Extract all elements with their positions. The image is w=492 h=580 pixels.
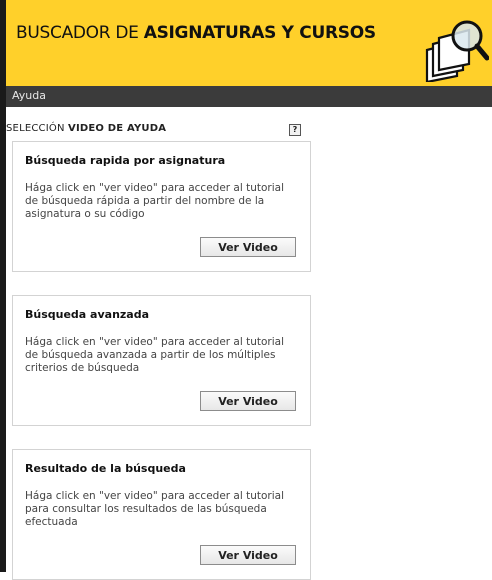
card-description: Hága click en "ver video" para acceder a… [25,490,285,528]
view-video-button[interactable]: Ver Video [200,545,296,565]
card-title: Búsqueda rapida por asignatura [25,154,226,167]
card-title: Resultado de la búsqueda [25,462,186,475]
video-card-search-results: Resultado de la búsqueda Hága click en "… [12,449,311,580]
card-description: Hága click en "ver video" para acceder a… [25,182,285,220]
view-video-button[interactable]: Ver Video [200,237,296,257]
card-description: Hága click en "ver video" para acceder a… [25,336,285,374]
header-banner: BUSCADOR DE ASIGNATURAS Y CURSOS [6,0,492,87]
section-heading: SELECCIÓN VIDEO DE AYUDA [6,123,167,134]
video-card-advanced-search: Búsqueda avanzada Hága click en "ver vid… [12,295,311,426]
help-icon[interactable]: ? [289,124,301,136]
view-video-button[interactable]: Ver Video [200,391,296,411]
search-documents-icon [425,20,489,82]
card-title: Búsqueda avanzada [25,308,150,321]
nav-bar: Ayuda [6,86,492,107]
video-card-quick-search: Búsqueda rapida por asignatura Hága clic… [12,141,311,272]
nav-item-ayuda[interactable]: Ayuda [12,89,46,102]
app-title: BUSCADOR DE ASIGNATURAS Y CURSOS [16,23,376,43]
